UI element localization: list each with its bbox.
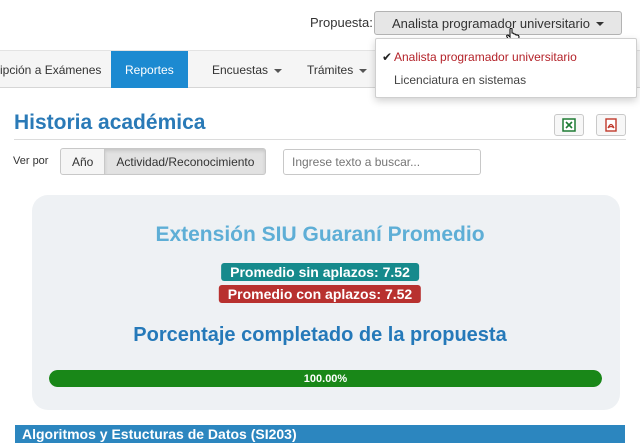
search-input[interactable] xyxy=(283,149,481,175)
nav-item-encuestas[interactable]: Encuestas xyxy=(212,51,283,88)
propuesta-label: Propuesta: xyxy=(310,15,373,30)
nav-item-tramites[interactable]: Trámites xyxy=(307,51,368,88)
excel-icon xyxy=(562,118,576,132)
dropdown-option-label: Licenciatura en sistemas xyxy=(394,73,527,87)
propuesta-dropdown-menu: ✔ Analista programador universitario Lic… xyxy=(375,38,637,98)
ver-por-label: Ver por xyxy=(13,155,49,167)
completion-progress-label: 100.00% xyxy=(303,372,348,385)
nav-item-label: Reportes xyxy=(125,62,174,77)
dropdown-option-licenciatura[interactable]: Licenciatura en sistemas xyxy=(394,73,526,87)
view-toggle-group: Año Actividad/Reconocimiento xyxy=(60,148,267,175)
promedio-con-aplazos-badge: Promedio con aplazos: 7.52 xyxy=(218,285,422,303)
completion-progress-bar: 100.00% xyxy=(49,370,602,387)
title-divider xyxy=(14,139,626,140)
nav-item-label: Encuestas xyxy=(212,62,269,77)
page-title: Historia académica xyxy=(14,111,206,134)
chevron-down-icon xyxy=(359,68,368,73)
dropdown-option-label: Analista programador universitario xyxy=(394,50,577,64)
summary-title: Extensión SIU Guaraní Promedio xyxy=(155,223,485,246)
check-icon: ✔ xyxy=(382,50,393,64)
nav-item-label: ipción a Exámenes xyxy=(0,62,102,77)
nav-item-reportes[interactable]: Reportes xyxy=(111,51,188,88)
export-excel-button[interactable] xyxy=(554,114,584,136)
completion-progress-fill: 100.00% xyxy=(49,370,602,387)
subject-header[interactable]: Algoritmos y Estucturas de Datos (SI203) xyxy=(15,425,625,443)
nav-item-label: Trámites xyxy=(307,62,354,77)
dropdown-option-analista[interactable]: ✔ Analista programador universitario xyxy=(382,50,577,64)
view-anio-button[interactable]: Año xyxy=(60,148,106,175)
propuesta-select[interactable]: Analista programador universitario xyxy=(374,11,622,35)
propuesta-select-value: Analista programador universitario xyxy=(392,15,590,31)
export-pdf-button[interactable] xyxy=(596,114,626,136)
porcentaje-title: Porcentaje completado de la propuesta xyxy=(133,324,507,346)
chevron-down-icon xyxy=(595,22,604,26)
promedio-sin-aplazos-badge: Promedio sin aplazos: 7.52 xyxy=(221,263,419,281)
pdf-icon xyxy=(605,118,617,132)
chevron-down-icon xyxy=(274,68,283,73)
nav-item-inscripcion-examenes[interactable]: ipción a Exámenes xyxy=(0,51,101,88)
view-actividad-button[interactable]: Actividad/Reconocimiento xyxy=(105,148,267,175)
